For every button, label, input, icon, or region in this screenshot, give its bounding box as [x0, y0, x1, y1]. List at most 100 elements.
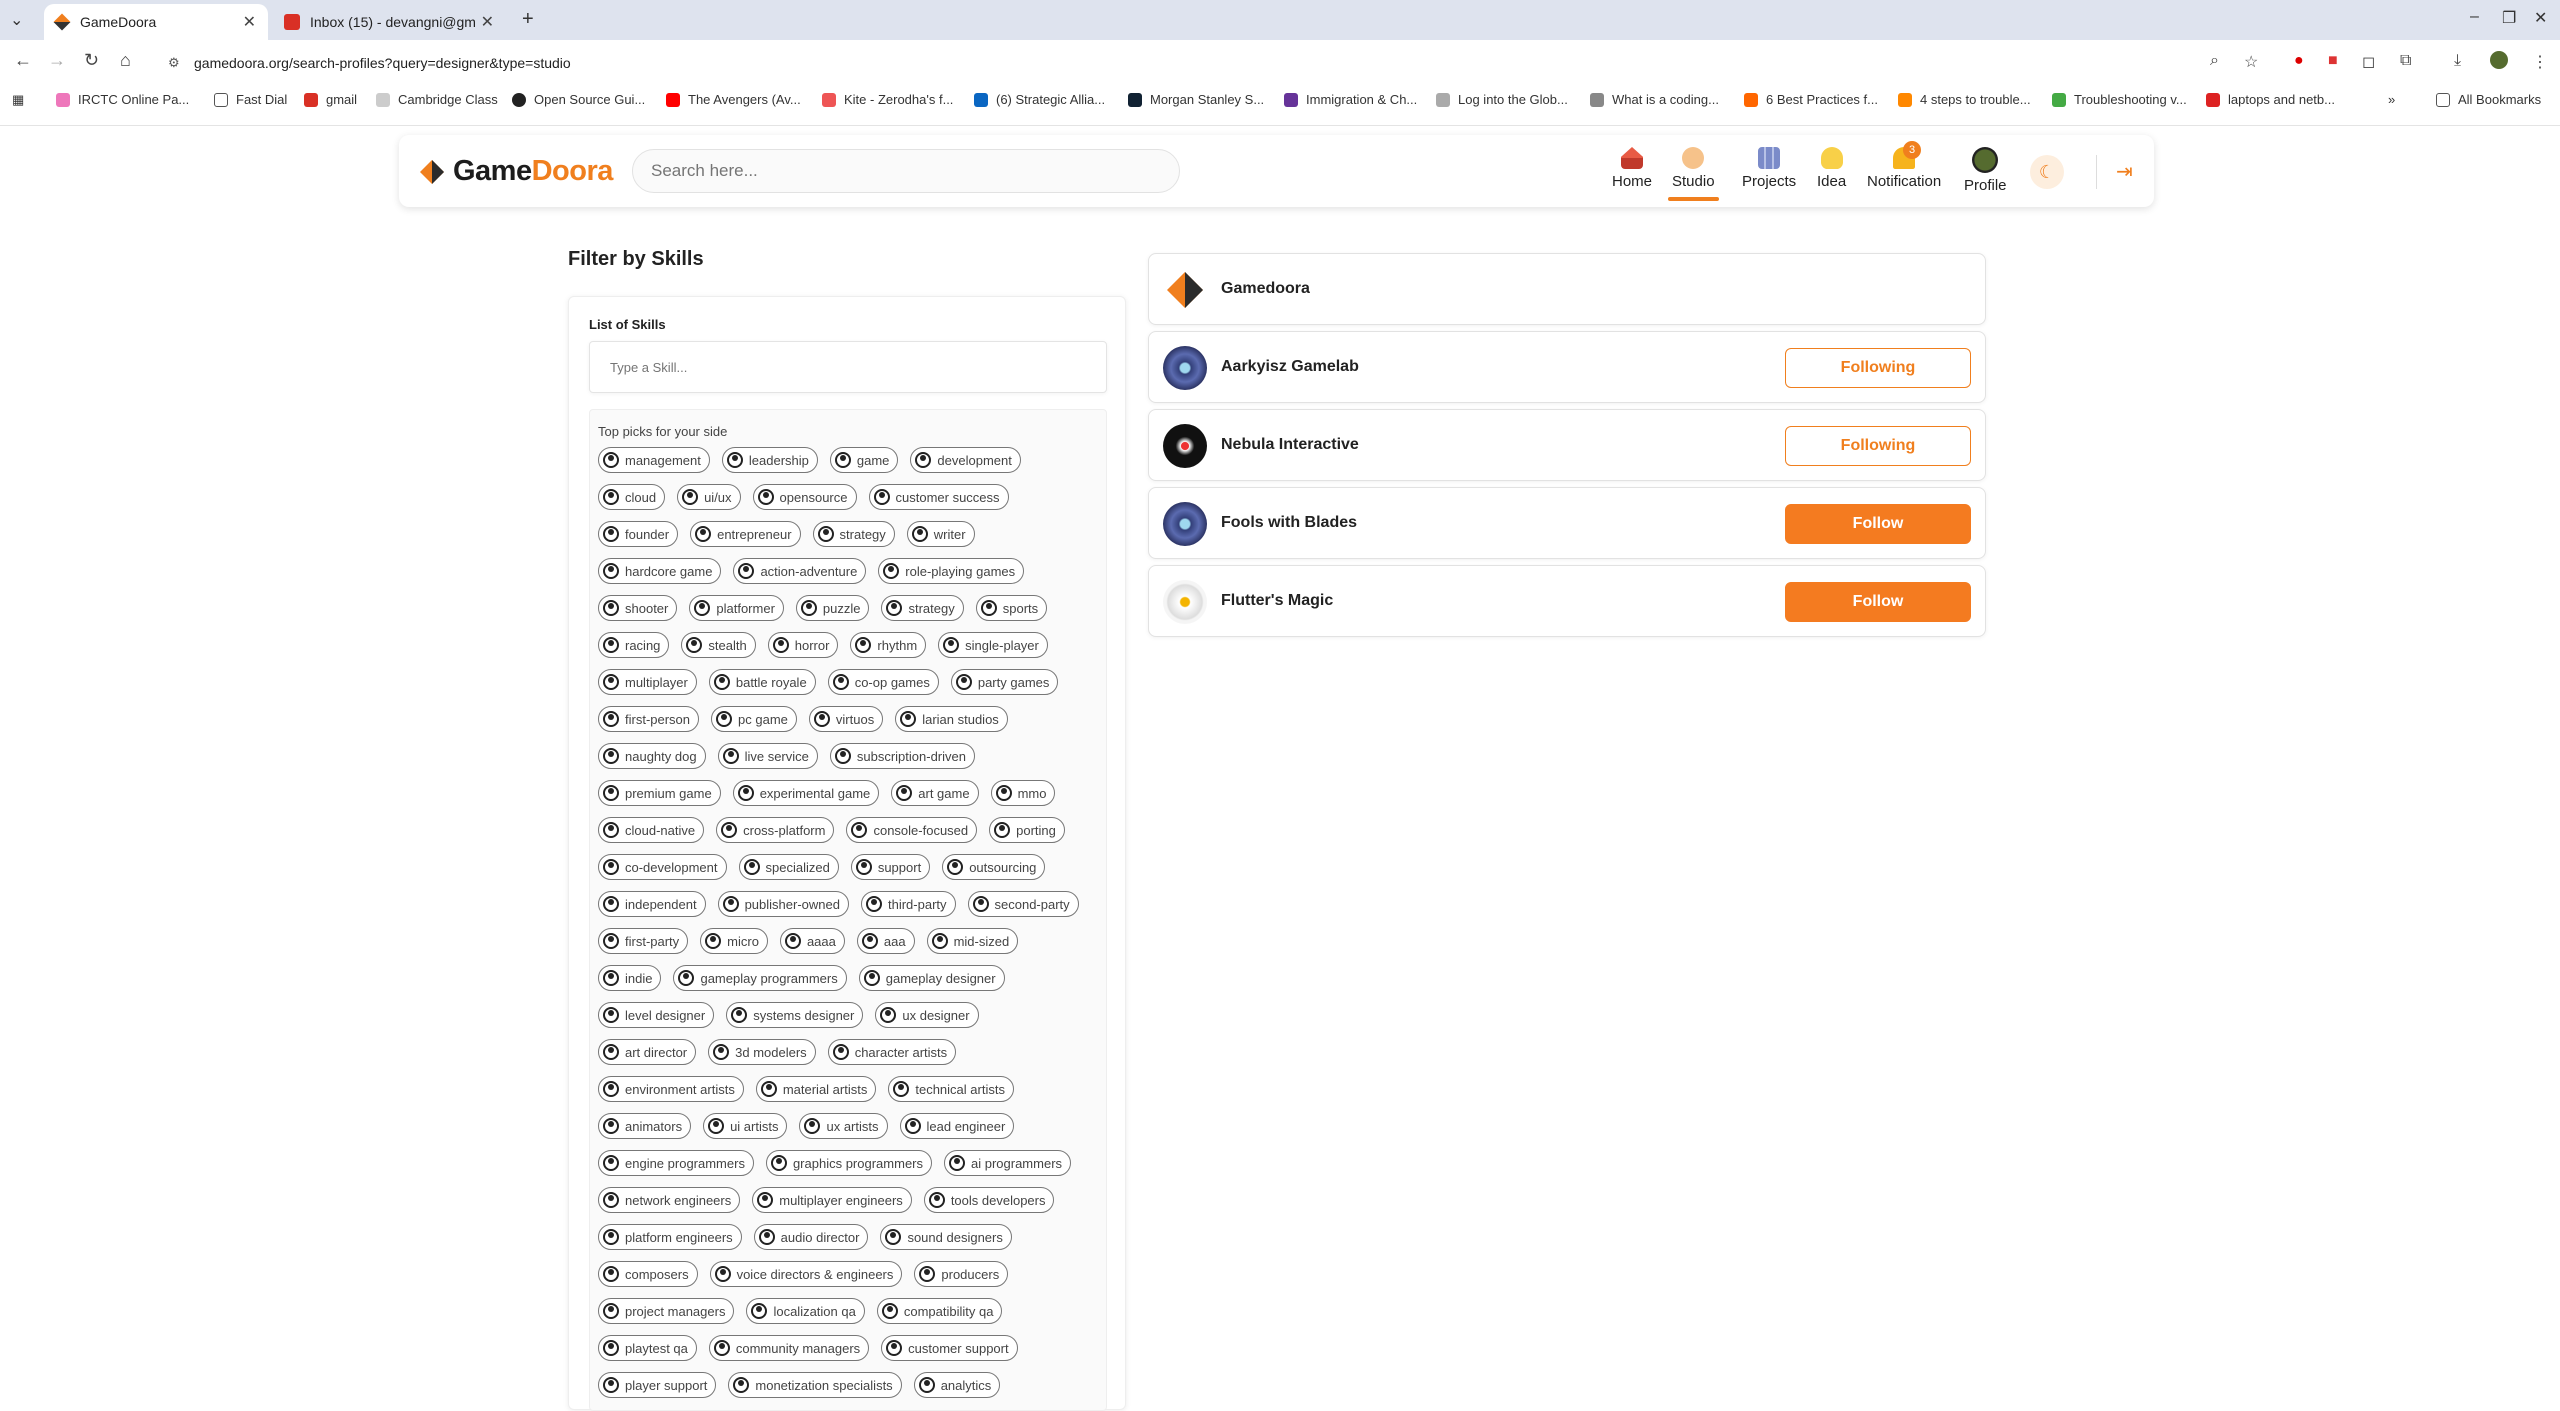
skill-chip[interactable]: strategy	[881, 595, 964, 621]
follow-button[interactable]: Follow	[1785, 582, 1971, 622]
bookmark-item[interactable]: IRCTC Online Pa...	[56, 92, 189, 107]
skill-chip[interactable]: multiplayer engineers	[752, 1187, 912, 1213]
skill-chip[interactable]: ai programmers	[944, 1150, 1072, 1176]
skill-chip[interactable]: first-party	[598, 928, 689, 954]
download-icon[interactable]: ⤓	[2454, 52, 2461, 70]
skill-chip[interactable]: porting	[989, 817, 1065, 843]
bookmark-item[interactable]: laptops and netb...	[2206, 92, 2335, 107]
skill-chip[interactable]: animators	[598, 1113, 692, 1139]
nav-idea[interactable]: Idea	[1817, 147, 1846, 190]
extension-icon[interactable]: ◻	[2362, 52, 2375, 72]
restore-icon[interactable]: ❐	[2502, 8, 2516, 28]
skill-chip[interactable]: mmo	[990, 780, 1056, 806]
bookmark-item[interactable]: 4 steps to trouble...	[1898, 92, 2031, 107]
skill-chip[interactable]: ux designer	[875, 1002, 979, 1028]
skill-chip[interactable]: larian studios	[895, 706, 1008, 732]
skill-chip[interactable]: engine programmers	[598, 1150, 754, 1176]
studio-card[interactable]: Aarkyisz Gamelab Following	[1148, 331, 1986, 403]
skill-chip[interactable]: independent	[598, 891, 706, 917]
skill-chip[interactable]: gameplay programmers	[673, 965, 847, 991]
nav-profile[interactable]: Profile	[1964, 147, 2007, 194]
skill-chip[interactable]: art director	[598, 1039, 697, 1065]
following-button[interactable]: Following	[1785, 348, 1971, 388]
nav-projects[interactable]: Projects	[1742, 147, 1796, 190]
bookmark-item[interactable]: Troubleshooting v...	[2052, 92, 2187, 107]
close-window-icon[interactable]: ✕	[2534, 8, 2547, 28]
close-tab-icon[interactable]: ✕	[243, 12, 256, 32]
skill-chip[interactable]: analytics	[913, 1372, 1001, 1398]
skill-chip[interactable]: single-player	[938, 632, 1048, 658]
skill-chip[interactable]: multiplayer	[598, 669, 697, 695]
studio-card[interactable]: Flutter's Magic Follow	[1148, 565, 1986, 637]
skill-chip[interactable]: pc game	[711, 706, 797, 732]
nav-home[interactable]: Home	[1612, 147, 1652, 190]
skill-chip[interactable]: art game	[891, 780, 979, 806]
forward-icon[interactable]: →	[48, 50, 66, 71]
skill-chip[interactable]: co-development	[598, 854, 727, 880]
skill-chip[interactable]: publisher-owned	[717, 891, 849, 917]
skill-chip[interactable]: platform engineers	[598, 1224, 742, 1250]
skill-chip[interactable]: horror	[767, 632, 839, 658]
bookmark-item[interactable]: Cambridge Class	[376, 92, 498, 107]
zoom-icon[interactable]: ⌕	[2210, 52, 2219, 70]
skill-chip[interactable]: mid-sized	[926, 928, 1019, 954]
logout-icon[interactable]: ⇥	[2116, 159, 2133, 184]
close-tab-icon[interactable]: ✕	[481, 12, 494, 32]
skill-chip[interactable]: experimental game	[732, 780, 880, 806]
skill-chip[interactable]: cross-platform	[716, 817, 835, 843]
nav-notification[interactable]: 3 Notification	[1867, 141, 1941, 190]
tab-search-icon[interactable]: ⌄	[10, 10, 23, 30]
bookmark-item[interactable]: Kite - Zerodha's f...	[822, 92, 953, 107]
studio-name[interactable]: Fools with Blades	[1221, 514, 1357, 532]
skill-chip[interactable]: player support	[598, 1372, 717, 1398]
bookmark-item[interactable]: The Avengers (Av...	[666, 92, 801, 107]
skill-chip[interactable]: first-person	[598, 706, 700, 732]
bookmark-item[interactable]: 6 Best Practices f...	[1744, 92, 1878, 107]
skill-chip[interactable]: console-focused	[846, 817, 978, 843]
skill-chip[interactable]: action-adventure	[733, 558, 867, 584]
skill-chip[interactable]: premium game	[598, 780, 721, 806]
skill-chip[interactable]: hardcore game	[598, 558, 722, 584]
site-info-icon[interactable]: ⚙	[168, 55, 180, 71]
address-bar[interactable]: ⚙ gamedoora.org/search-profiles?query=de…	[160, 48, 2270, 78]
skill-chip[interactable]: leadership	[721, 447, 818, 473]
skill-chip[interactable]: cloud	[598, 484, 666, 510]
bookmark-item[interactable]: Open Source Gui...	[512, 92, 645, 107]
skill-chip[interactable]: puzzle	[795, 595, 870, 621]
home-browser-icon[interactable]: ⌂	[120, 50, 131, 71]
all-bookmarks[interactable]: All Bookmarks	[2436, 92, 2541, 107]
back-icon[interactable]: ←	[14, 50, 32, 71]
studio-card[interactable]: Nebula Interactive Following	[1148, 409, 1986, 481]
bookmark-star-icon[interactable]: ☆	[2244, 52, 2258, 72]
skill-chip[interactable]: aaa	[856, 928, 915, 954]
skill-chip[interactable]: compatibility qa	[876, 1298, 1003, 1324]
bookmark-folder[interactable]: Fast Dial	[214, 92, 287, 107]
skill-chip[interactable]: strategy	[812, 521, 895, 547]
browser-tab-gamedoora[interactable]: GameDoora ✕	[44, 4, 268, 40]
skill-chip[interactable]: technical artists	[888, 1076, 1014, 1102]
studio-name[interactable]: Flutter's Magic	[1221, 592, 1333, 610]
skill-chip[interactable]: founder	[598, 521, 679, 547]
gamedoora-logo[interactable]: GameDoora	[419, 155, 613, 188]
skill-chip[interactable]: role-playing games	[878, 558, 1025, 584]
skill-chip[interactable]: specialized	[738, 854, 839, 880]
skill-chip[interactable]: lead engineer	[899, 1113, 1015, 1139]
nav-studio[interactable]: Studio	[1668, 147, 1719, 201]
dark-mode-toggle[interactable]: ☾	[2030, 155, 2064, 189]
skill-chip[interactable]: indie	[598, 965, 662, 991]
skill-chip[interactable]: outsourcing	[942, 854, 1046, 880]
skill-chip[interactable]: party games	[950, 669, 1059, 695]
skill-chip[interactable]: opensource	[752, 484, 857, 510]
new-tab-icon[interactable]: +	[522, 8, 534, 31]
skill-chip[interactable]: ui/ux	[677, 484, 741, 510]
browser-tab-inbox[interactable]: Inbox (15) - devangni@gmail ✕	[274, 4, 506, 40]
following-button[interactable]: Following	[1785, 426, 1971, 466]
profile-avatar-icon[interactable]	[2490, 51, 2508, 69]
skill-chip[interactable]: network engineers	[598, 1187, 741, 1213]
skill-chip[interactable]: writer	[906, 521, 975, 547]
studio-name[interactable]: Aarkyisz Gamelab	[1221, 358, 1359, 376]
skill-chip[interactable]: playtest qa	[598, 1335, 697, 1361]
skill-chip[interactable]: battle royale	[708, 669, 816, 695]
skill-search-input[interactable]	[589, 341, 1107, 393]
skill-chip[interactable]: co-op games	[827, 669, 939, 695]
